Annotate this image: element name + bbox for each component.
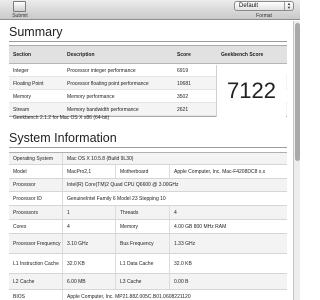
system-information-title: System Information	[9, 131, 117, 145]
summary-title-rule	[9, 41, 287, 42]
row-description: Memory bandwidth performance	[67, 107, 139, 113]
header-section: Section	[13, 52, 32, 58]
sysinfo-value: 3.10 GHz	[62, 234, 115, 253]
sysinfo-label: Cores	[13, 223, 27, 230]
header-description: Description	[67, 52, 95, 58]
sysinfo-row-processors: Processors 1 Threads 4	[9, 206, 287, 220]
sysinfo-value: 32.0 KB	[62, 254, 115, 273]
submit-label: Submit	[12, 13, 28, 19]
sysinfo-value: 0.00 B	[169, 274, 287, 289]
sysinfo-row-l1-cache: L1 Instruction Cache 32.0 KB L1 Data Cac…	[9, 254, 287, 274]
vertical-scrollbar[interactable]	[293, 21, 300, 300]
sysinfo-label: Threads	[115, 206, 169, 219]
sysinfo-label: Processor	[13, 182, 36, 188]
scrollbar-thumb[interactable]	[295, 23, 300, 161]
row-description: Processor integer performance	[67, 68, 136, 74]
sysinfo-value: 4	[169, 206, 287, 219]
sysinfo-row-processor: Processor Intel(R) Core(TM)2 Quad CPU Q6…	[9, 179, 287, 192]
summary-title: Summary	[9, 25, 63, 39]
summary-table: Section Description Score Geekbench Scor…	[9, 45, 287, 117]
up-down-arrows-icon: ▲ ▼	[284, 2, 293, 10]
geekbench-version-note: Geekbench 2.1.2 for Mac OS X x86 (64-bit…	[13, 115, 110, 121]
system-title-rule	[9, 147, 287, 148]
sysinfo-value: 1.33 GHz	[169, 234, 287, 253]
sysinfo-row-bios: BIOS Apple Computer, Inc. MP21.88Z.005C.…	[9, 290, 287, 300]
sysinfo-row-model: Model MacPro2,1 Motherboard Apple Comput…	[9, 165, 287, 179]
format-select-value: Default	[239, 3, 259, 9]
sysinfo-label: Processors	[13, 209, 39, 216]
sysinfo-label: BIOS	[13, 293, 25, 300]
sysinfo-value: Apple Computer, Inc. MP21.88Z.005C.B01.0…	[62, 290, 287, 300]
sysinfo-value: 6.00 MB	[62, 274, 115, 289]
summary-table-header: Section Description Score Geekbench Scor…	[9, 46, 287, 64]
sysinfo-label: L1 Instruction Cache	[13, 260, 59, 267]
sysinfo-label: L3 Cache	[115, 274, 169, 289]
sysinfo-label: L1 Data Cache	[115, 254, 169, 273]
format-label: Format	[256, 13, 272, 19]
row-score: 3502	[177, 94, 189, 100]
sysinfo-value: 32.0 KB	[169, 254, 287, 273]
system-information-table: Operating System Mac OS X 10.5.8 (Build …	[9, 152, 287, 300]
submit-icon	[13, 1, 26, 12]
row-section: Floating Point	[13, 81, 44, 87]
submit-button[interactable]: Submit	[8, 0, 32, 20]
row-section: Memory	[13, 94, 32, 100]
sysinfo-label: Bus Frequency	[115, 234, 169, 253]
header-geekbench-score: Geekbench Score	[221, 52, 264, 58]
sysinfo-value: 1	[62, 206, 115, 219]
sysinfo-row-processor-id: Processor ID GenuineIntel Family 6 Model…	[9, 192, 287, 206]
sysinfo-label: L2 Cache	[13, 278, 35, 285]
sysinfo-label: Processor Frequency	[13, 240, 61, 247]
row-section: Integer	[13, 68, 29, 74]
sysinfo-value: Apple Computer, Inc. Mac-F4208DC8 x.x	[169, 165, 287, 178]
sysinfo-row-cores: Cores 4 Memory 4.00 GB 800 MHz RAM	[9, 220, 287, 234]
sysinfo-value: 4	[62, 220, 115, 233]
geekbench-score-value: 7122	[216, 65, 286, 117]
row-description: Memory performance	[67, 94, 115, 100]
sysinfo-label: Memory	[115, 220, 169, 233]
header-score: Score	[177, 52, 191, 58]
sysinfo-label: Motherboard	[115, 165, 169, 178]
format-select[interactable]: Default ▲ ▼	[234, 1, 294, 11]
sysinfo-value: GenuineIntel Family 6 Model 23 Stepping …	[62, 192, 287, 205]
sysinfo-value: Mac OS X 10.5.8 (Build 9L30)	[62, 153, 287, 164]
toolbar: Submit Default ▲ ▼ Format	[0, 0, 300, 20]
row-section: Stream	[13, 107, 30, 113]
row-score: 10681	[177, 81, 191, 87]
sysinfo-value: 4.00 GB 800 MHz RAM	[169, 220, 287, 233]
row-score: 6919	[177, 68, 189, 74]
results-document: Summary Section Description Score Geekbe…	[0, 21, 293, 300]
sysinfo-label: Operating System	[13, 155, 54, 162]
sysinfo-label: Processor ID	[13, 195, 42, 202]
sysinfo-value: Intel(R) Core(TM)2 Quad CPU Q6600 @ 3.00…	[62, 179, 287, 191]
sysinfo-row-l2-cache: L2 Cache 6.00 MB L3 Cache 0.00 B	[9, 274, 287, 290]
sysinfo-row-os: Operating System Mac OS X 10.5.8 (Build …	[9, 153, 287, 165]
sysinfo-label: Model	[13, 168, 27, 175]
sysinfo-value: MacPro2,1	[62, 165, 115, 178]
row-description: Processor floating point performance	[67, 81, 149, 87]
format-control: Default ▲ ▼ Format	[234, 0, 296, 20]
row-score: 2621	[177, 107, 189, 113]
sysinfo-row-frequency: Processor Frequency 3.10 GHz Bus Frequen…	[9, 234, 287, 254]
